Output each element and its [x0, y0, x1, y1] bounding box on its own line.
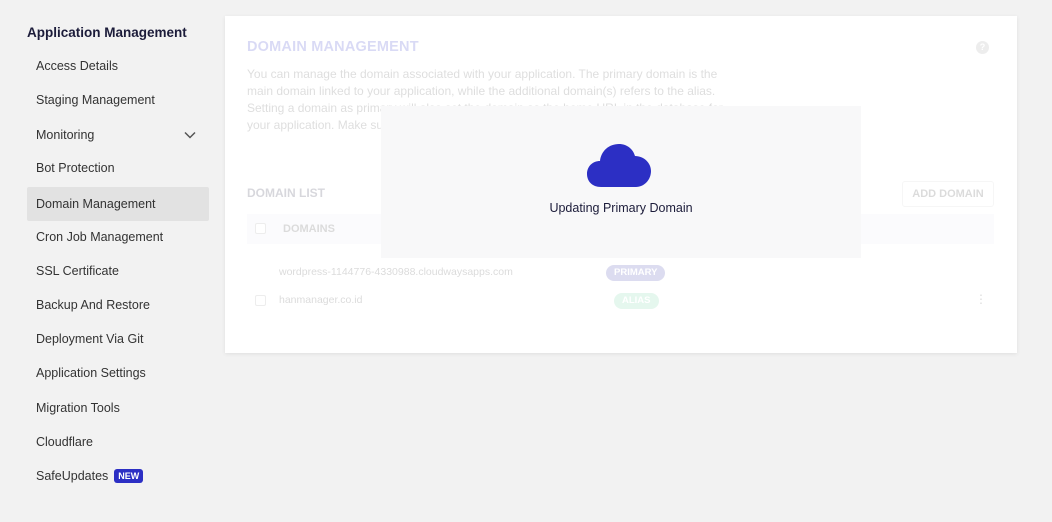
- sidebar-item-label: Domain Management: [36, 197, 156, 211]
- sidebar-item-staging-management[interactable]: Staging Management: [27, 83, 209, 117]
- sidebar-item-label: Staging Management: [36, 93, 155, 107]
- sidebar-item-bot-protection[interactable]: Bot Protection: [27, 151, 209, 185]
- sidebar-item-application-settings[interactable]: Application Settings: [27, 356, 209, 390]
- cloud-icon: [587, 144, 651, 187]
- more-options-icon[interactable]: ⋮: [975, 292, 987, 306]
- row-checkbox[interactable]: [255, 295, 266, 306]
- sidebar-item-label: Bot Protection: [36, 161, 115, 175]
- add-domain-button[interactable]: ADD DOMAIN: [902, 181, 994, 207]
- primary-badge: PRIMARY: [606, 265, 666, 281]
- help-icon[interactable]: ?: [976, 41, 989, 54]
- sidebar-title: Application Management: [27, 25, 187, 40]
- sidebar-item-label: SafeUpdates: [36, 469, 109, 483]
- sidebar-item-cloudflare[interactable]: Cloudflare: [27, 425, 209, 459]
- sidebar-item-label: SSL Certificate: [36, 264, 119, 278]
- column-header-domains: DOMAINS: [283, 223, 335, 235]
- chevron-down-icon[interactable]: [183, 128, 197, 142]
- alias-badge: ALIAS: [614, 293, 659, 309]
- domain-name[interactable]: wordpress-1144776-4330988.cloudwaysapps.…: [279, 266, 513, 278]
- sidebar-item-backup-and-restore[interactable]: Backup And Restore: [27, 288, 209, 322]
- sidebar-item-label: Application Settings: [36, 366, 146, 380]
- sidebar-item-access-details[interactable]: Access Details: [27, 49, 209, 83]
- domain-list-title: DOMAIN LIST: [247, 186, 325, 200]
- sidebar-item-label: Monitoring: [36, 128, 95, 142]
- sidebar-item-label: Access Details: [36, 59, 118, 73]
- sidebar-item-cron-job-management[interactable]: Cron Job Management: [27, 220, 209, 254]
- sidebar-item-migration-tools[interactable]: Migration Tools: [27, 391, 209, 425]
- sidebar-item-label: Migration Tools: [36, 401, 120, 415]
- loading-message: Updating Primary Domain: [549, 201, 693, 215]
- new-badge: NEW: [114, 469, 144, 483]
- sidebar-item-label: Cron Job Management: [36, 230, 164, 244]
- sidebar-item-label: Cloudflare: [36, 435, 93, 449]
- page-title: DOMAIN MANAGEMENT: [247, 39, 419, 55]
- sidebar-item-label: Deployment Via Git: [36, 332, 144, 346]
- sidebar-item-monitoring[interactable]: Monitoring: [27, 118, 209, 152]
- select-all-checkbox[interactable]: [255, 223, 266, 234]
- sidebar-item-label: Backup And Restore: [36, 298, 150, 312]
- sidebar-item-deployment-via-git[interactable]: Deployment Via Git: [27, 322, 209, 356]
- domain-name[interactable]: hanmanager.co.id: [279, 294, 362, 306]
- sidebar-item-domain-management[interactable]: Domain Management: [27, 187, 209, 221]
- sidebar-item-ssl-certificate[interactable]: SSL Certificate: [27, 254, 209, 288]
- loading-overlay: Updating Primary Domain: [381, 106, 861, 258]
- sidebar: Application Management Access Details St…: [0, 0, 215, 522]
- sidebar-item-safeupdates[interactable]: SafeUpdates NEW: [27, 459, 209, 493]
